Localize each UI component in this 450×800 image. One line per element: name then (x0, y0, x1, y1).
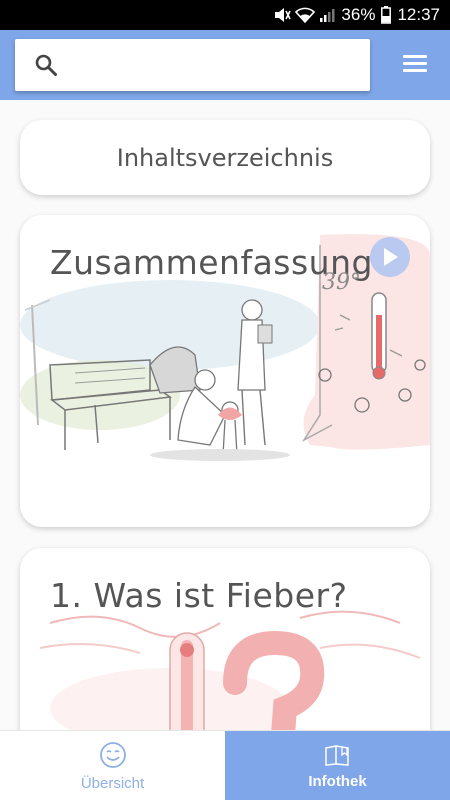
play-icon (384, 248, 398, 266)
app-bar (0, 30, 450, 100)
nav-infothek-label: Infothek (308, 772, 367, 790)
status-bar: 36% 12:37 (0, 0, 450, 30)
battery-icon (381, 6, 392, 24)
hamburger-menu-icon[interactable] (398, 52, 432, 78)
toc-label: Inhaltsverzeichnis (116, 143, 334, 172)
content-area[interactable]: Inhaltsverzeichnis Zusammenfassung 39° 1… (0, 100, 450, 730)
smiley-icon (99, 741, 126, 768)
clock: 12:37 (397, 5, 440, 24)
search-box[interactable] (15, 39, 370, 91)
status-icons (273, 7, 335, 23)
bottom-navigation: Übersicht Infothek (0, 730, 450, 800)
thermometer-reading: 39° (322, 270, 361, 295)
search-icon (35, 54, 57, 76)
thermometer-reading-text: 39° (322, 270, 361, 295)
mute-icon (275, 8, 292, 22)
nav-overview[interactable]: Übersicht (0, 731, 225, 800)
toc-button[interactable]: Inhaltsverzeichnis (20, 120, 430, 195)
search-input[interactable] (67, 45, 370, 85)
signal-icon (320, 9, 335, 22)
fever-card[interactable]: 1. Was ist Fieber? (20, 548, 430, 730)
fever-card-title: 1. Was ist Fieber? (50, 576, 348, 615)
play-button[interactable] (370, 237, 410, 277)
book-icon (324, 744, 349, 766)
nav-overview-label: Übersicht (80, 774, 145, 792)
summary-card[interactable]: Zusammenfassung 39° (20, 215, 430, 527)
nav-infothek[interactable]: Infothek (225, 731, 450, 800)
battery-percent: 36% (341, 5, 376, 24)
wifi-icon (295, 7, 316, 23)
